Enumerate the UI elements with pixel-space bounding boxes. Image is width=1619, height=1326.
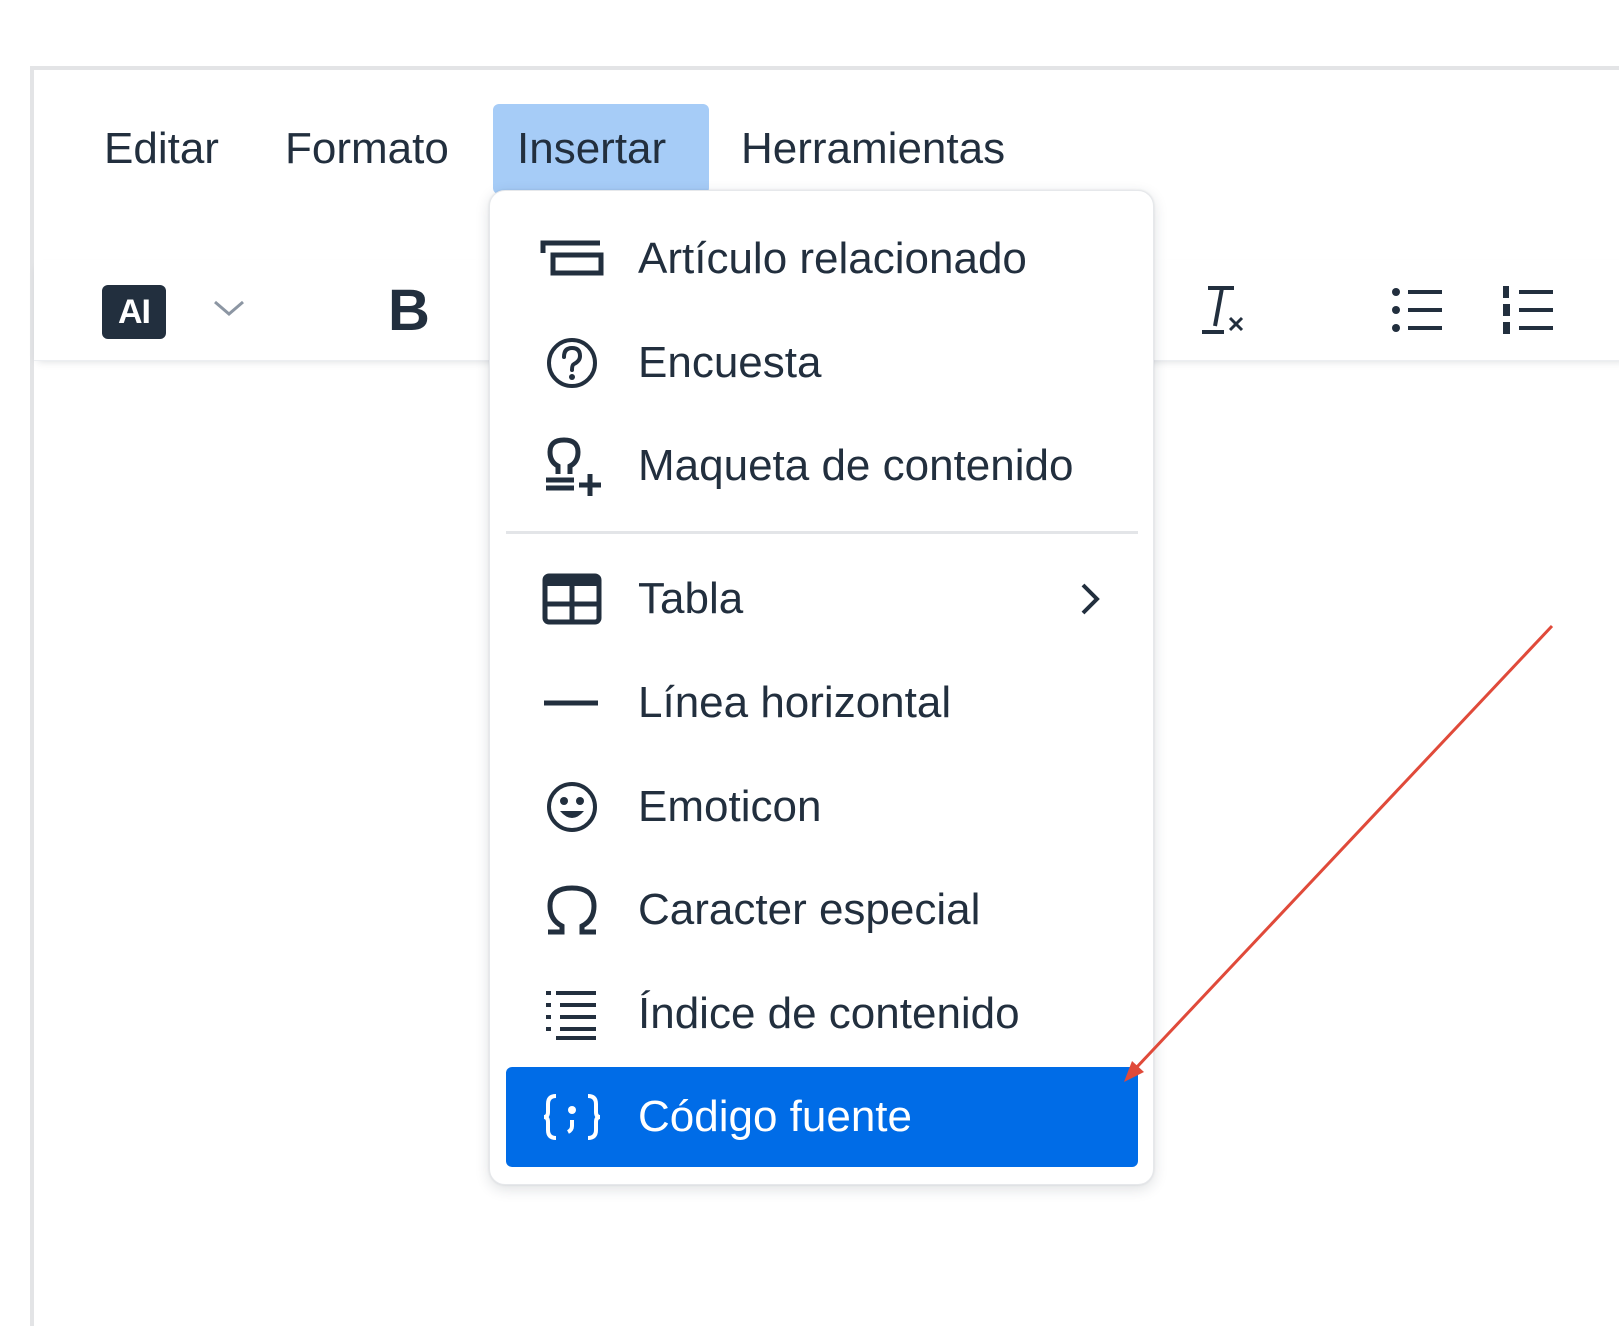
menubar: Editar Formato Insertar Herramientas bbox=[34, 70, 1619, 194]
menu-item-table-of-contents[interactable]: Índice de contenido bbox=[506, 964, 1138, 1064]
menu-item-label: Artículo relacionado bbox=[638, 234, 1027, 283]
menu-item-source-code[interactable]: Código fuente bbox=[506, 1067, 1138, 1167]
menu-item-table[interactable]: Tabla bbox=[506, 549, 1138, 649]
ai-button[interactable]: AI bbox=[94, 272, 174, 352]
insert-dropdown-menu: Artículo relacionado Encuesta Maqueta de… bbox=[489, 190, 1154, 1185]
clear-formatting-button[interactable] bbox=[1184, 272, 1264, 352]
numbered-list-button[interactable] bbox=[1489, 272, 1569, 352]
source-code-icon bbox=[536, 1081, 608, 1153]
menu-item-label: Encuesta bbox=[638, 338, 822, 387]
question-circle-icon bbox=[536, 327, 608, 399]
emoji-icon bbox=[536, 771, 608, 843]
menu-item-label: Maqueta de contenido bbox=[638, 441, 1074, 490]
table-icon bbox=[536, 563, 608, 635]
menu-item-label: Caracter especial bbox=[638, 885, 981, 934]
bullet-list-icon bbox=[1390, 282, 1446, 343]
menu-item-related-article[interactable]: Artículo relacionado bbox=[506, 209, 1138, 309]
bold-button[interactable]: B bbox=[369, 270, 449, 350]
ai-badge: AI bbox=[102, 285, 166, 339]
chevron-down-icon bbox=[211, 296, 247, 325]
chevron-right-icon bbox=[1070, 579, 1110, 619]
menu-item-emoticon[interactable]: Emoticon bbox=[506, 757, 1138, 857]
bullet-list-button[interactable] bbox=[1378, 272, 1458, 352]
menu-editar[interactable]: Editar bbox=[80, 104, 243, 194]
menu-item-label: Índice de contenido bbox=[638, 989, 1020, 1038]
content-template-icon bbox=[536, 430, 608, 502]
menu-formato[interactable]: Formato bbox=[261, 104, 473, 194]
toc-icon bbox=[536, 978, 608, 1050]
menu-item-label: Código fuente bbox=[638, 1092, 912, 1141]
menu-insertar[interactable]: Insertar bbox=[493, 104, 709, 194]
horizontal-rule-icon bbox=[536, 667, 608, 739]
numbered-list-icon bbox=[1501, 282, 1557, 343]
clear-formatting-icon bbox=[1194, 278, 1254, 347]
menu-item-content-template[interactable]: Maqueta de contenido bbox=[506, 416, 1138, 516]
menu-divider bbox=[506, 531, 1138, 534]
ai-dropdown-button[interactable] bbox=[204, 280, 254, 340]
omega-icon bbox=[536, 874, 608, 946]
menu-item-survey[interactable]: Encuesta bbox=[506, 313, 1138, 413]
menu-item-special-character[interactable]: Caracter especial bbox=[506, 860, 1138, 960]
menu-item-horizontal-line[interactable]: Línea horizontal bbox=[506, 653, 1138, 753]
menu-item-label: Línea horizontal bbox=[638, 678, 952, 727]
bold-icon: B bbox=[388, 277, 430, 343]
menu-item-label: Tabla bbox=[638, 574, 744, 623]
menu-herramientas[interactable]: Herramientas bbox=[717, 104, 1029, 194]
menu-item-label: Emoticon bbox=[638, 782, 822, 831]
related-article-icon bbox=[536, 223, 608, 295]
